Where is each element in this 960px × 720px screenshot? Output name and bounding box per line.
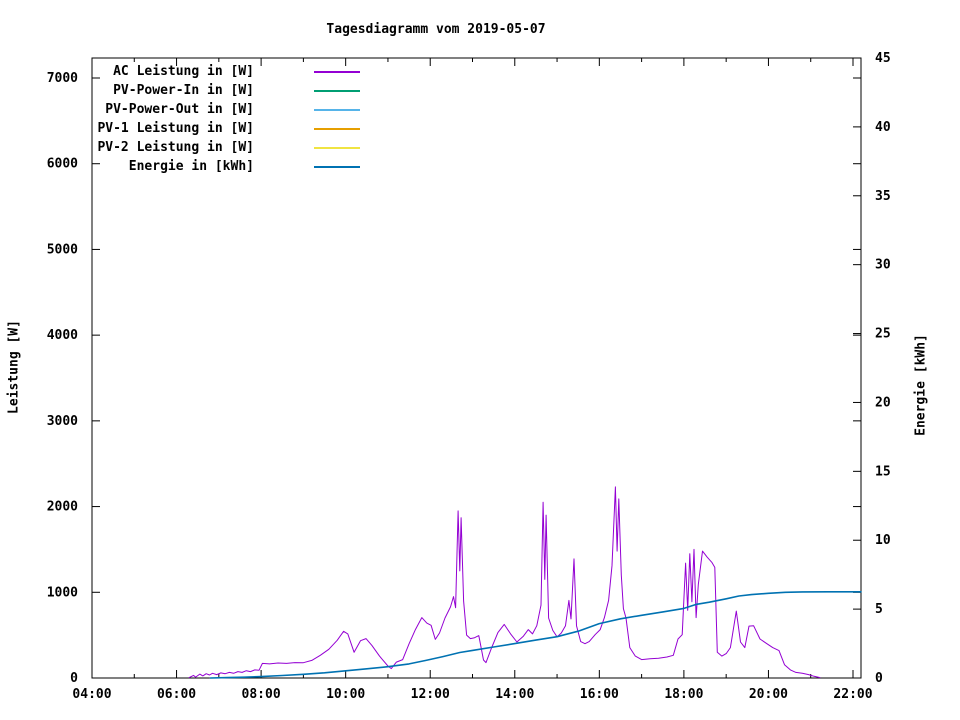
y-axis-label-left: Leistung [W]	[6, 320, 22, 414]
y-right-tick-label: 25	[875, 327, 891, 342]
x-tick-label: 06:00	[157, 687, 196, 702]
legend-item: PV-Power-In in [W]	[92, 81, 360, 100]
y-right-tick-label: 5	[875, 602, 883, 617]
x-tick-label: 04:00	[72, 687, 111, 702]
y-left-tick-label: 7000	[47, 71, 78, 86]
x-tick-label: 16:00	[580, 687, 619, 702]
y-right-tick-label: 30	[875, 258, 891, 273]
y-left-tick-label: 2000	[47, 500, 78, 515]
y-left-tick-label: 4000	[47, 328, 78, 343]
x-tick-label: 22:00	[833, 687, 872, 702]
legend-line-sample	[314, 165, 360, 168]
legend-label: AC Leistung in [W]	[113, 64, 254, 79]
x-tick-label: 20:00	[749, 687, 788, 702]
legend-line-sample	[314, 89, 360, 92]
legend-line-sample	[314, 108, 360, 111]
legend-item: Energie in [kWh]	[92, 157, 360, 176]
chart-title: Tagesdiagramm vom 2019-05-07	[326, 22, 546, 37]
x-tick-label: 10:00	[326, 687, 365, 702]
legend-item: PV-1 Leistung in [W]	[92, 119, 360, 138]
legend-line-sample	[314, 70, 360, 73]
legend-line-sample	[314, 127, 360, 130]
legend-label: PV-Power-Out in [W]	[105, 102, 254, 117]
legend-label: PV-1 Leistung in [W]	[97, 121, 254, 136]
series-line-ac-leistung-in-w	[188, 486, 821, 679]
legend-line-sample	[314, 146, 360, 149]
chart-canvas: 04:00 06:00 08:00 10:00 12:00 14:00 16:00 18:00…	[0, 0, 960, 720]
legend-label: Energie in [kWh]	[128, 159, 254, 174]
y-axis-label-right: Energie [kWh]	[913, 334, 929, 436]
y-right-tick-label: 0	[875, 671, 883, 686]
legend-label: PV-Power-In in [W]	[113, 83, 254, 98]
y-left-tick-label: 0	[70, 671, 78, 686]
legend-item: AC Leistung in [W]	[92, 62, 360, 81]
y-left-tick-label: 3000	[47, 414, 78, 429]
x-tick-label: 12:00	[411, 687, 450, 702]
x-tick-label: 18:00	[664, 687, 703, 702]
legend: AC Leistung in [W] PV-Power-In in [W] PV-P…	[92, 62, 360, 176]
y-right-tick-label: 45	[875, 51, 891, 66]
x-tick-label: 14:00	[495, 687, 534, 702]
y-right-tick-label: 15	[875, 464, 891, 479]
legend-label: PV-2 Leistung in [W]	[97, 140, 254, 155]
y-left-tick-label: 1000	[47, 585, 78, 600]
legend-item: PV-2 Leistung in [W]	[92, 138, 360, 157]
legend-item: PV-Power-Out in [W]	[92, 100, 360, 119]
y-left-tick-label: 5000	[47, 242, 78, 257]
y-right-tick-label: 10	[875, 533, 891, 548]
y-right-tick-label: 35	[875, 189, 891, 204]
y-left-tick-label: 6000	[47, 157, 78, 172]
y-right-tick-label: 20	[875, 395, 891, 410]
x-tick-label: 08:00	[242, 687, 281, 702]
y-right-tick-label: 40	[875, 120, 891, 135]
series-line-energie-in-kwh	[209, 590, 862, 679]
